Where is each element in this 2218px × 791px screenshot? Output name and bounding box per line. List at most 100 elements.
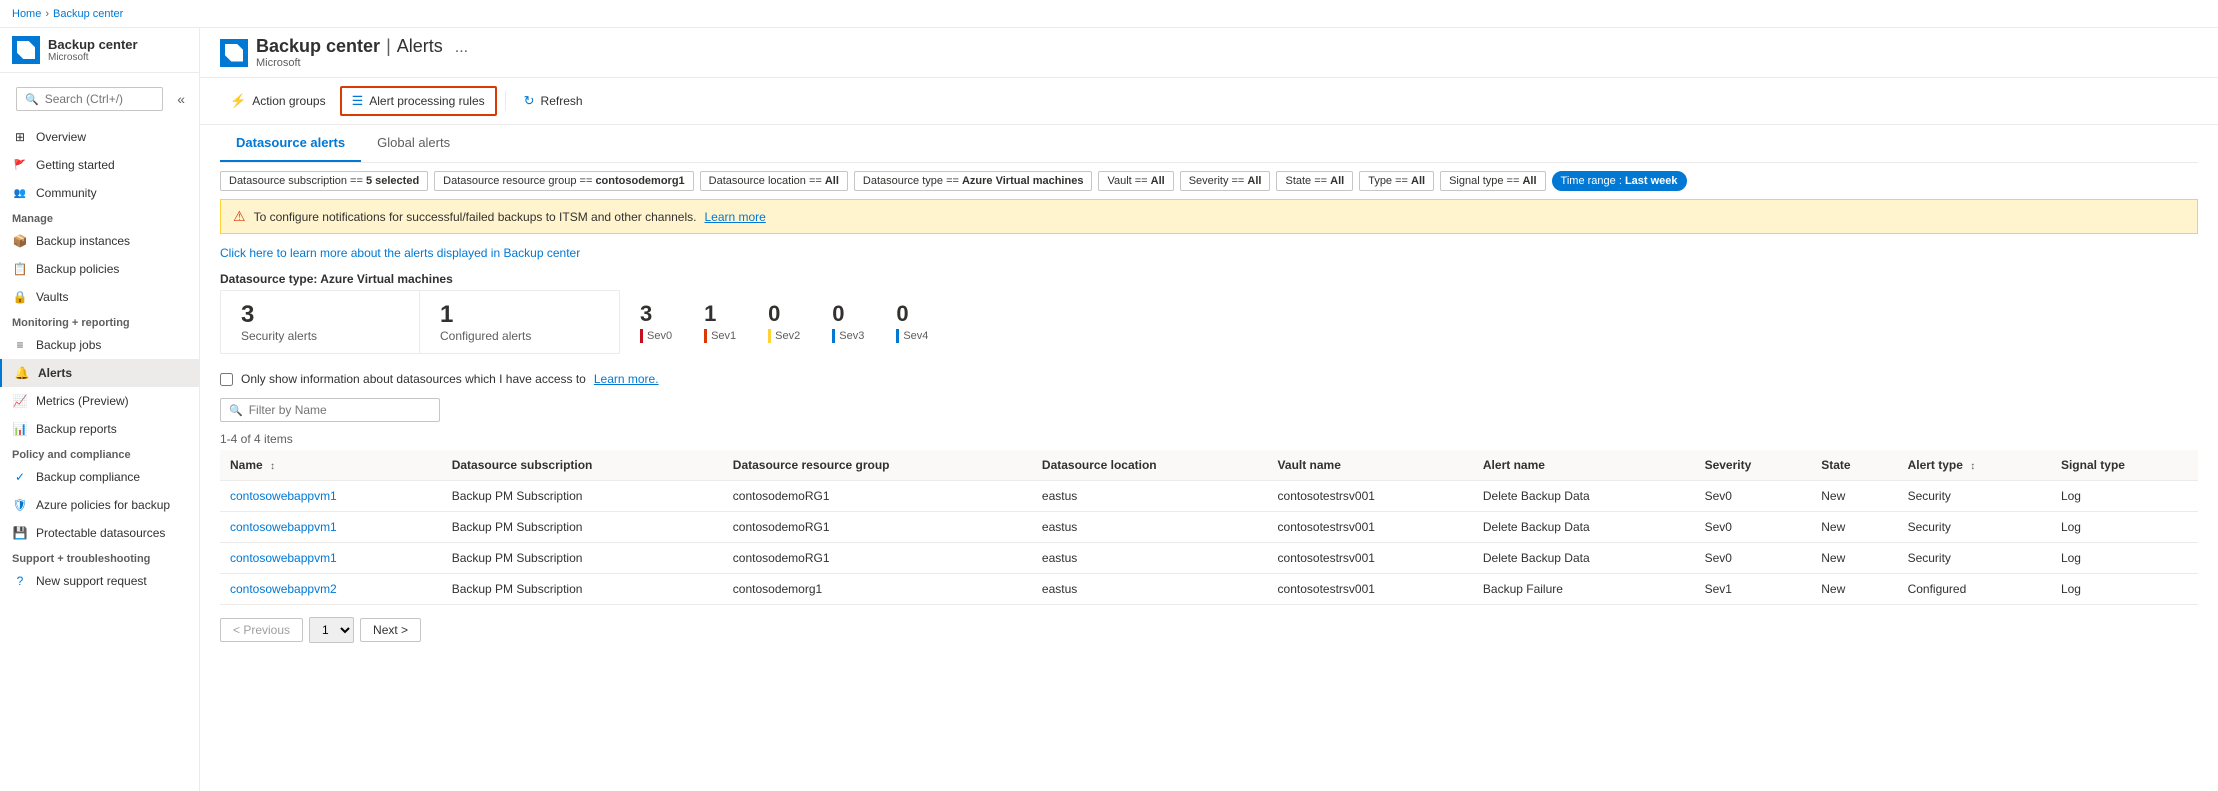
items-count: 1-4 of 4 items bbox=[220, 428, 2198, 450]
access-checkbox[interactable] bbox=[220, 373, 233, 386]
table-row: contosowebappvm1 Backup PM Subscription … bbox=[220, 512, 2198, 543]
ellipsis-button[interactable]: ... bbox=[455, 39, 468, 57]
security-alerts-count: 3 bbox=[241, 301, 399, 329]
manage-section-label: Manage bbox=[0, 207, 199, 227]
warning-learn-more-link[interactable]: Learn more bbox=[704, 210, 765, 224]
filter-subscription[interactable]: Datasource subscription == 5 selected bbox=[220, 171, 428, 191]
next-button[interactable]: Next > bbox=[360, 618, 421, 642]
sidebar-item-getting-started[interactable]: 🚩 Getting started bbox=[0, 151, 199, 179]
sidebar-item-backup-instances[interactable]: 📦 Backup instances bbox=[0, 227, 199, 255]
filter-time-range[interactable]: Time range : Last week bbox=[1552, 171, 1687, 191]
sidebar-item-backup-compliance[interactable]: ✓ Backup compliance bbox=[0, 463, 199, 491]
sev3-stat: 0 Sev3 bbox=[832, 301, 864, 343]
collapse-button[interactable]: « bbox=[171, 89, 191, 109]
refresh-label: Refresh bbox=[541, 94, 583, 108]
access-checkbox-label: Only show information about datasources … bbox=[241, 372, 586, 386]
sev2-label: Sev2 bbox=[775, 330, 800, 342]
col-header-datasource-location: Datasource location bbox=[1032, 450, 1268, 481]
cell-datasource-resource-group: contosodemoRG1 bbox=[723, 543, 1032, 574]
filter-severity[interactable]: Severity == All bbox=[1180, 171, 1271, 191]
page-number-select[interactable]: 1 bbox=[309, 617, 354, 643]
name-sort-icon[interactable]: ↕ bbox=[270, 461, 275, 472]
alert-processing-rules-button[interactable]: ☰ Alert processing rules bbox=[340, 86, 497, 116]
breadcrumb-backup-center[interactable]: Backup center bbox=[53, 8, 123, 20]
breadcrumb-home[interactable]: Home bbox=[12, 8, 41, 20]
sidebar-item-protectable[interactable]: 💾 Protectable datasources bbox=[0, 519, 199, 547]
sev0-count: 3 bbox=[640, 301, 652, 327]
cell-vault-name: contosotestrsv001 bbox=[1268, 574, 1473, 605]
sev1-stat: 1 Sev1 bbox=[704, 301, 736, 343]
tab-datasource-alerts[interactable]: Datasource alerts bbox=[220, 125, 361, 162]
sev0-stat: 3 Sev0 bbox=[640, 301, 672, 343]
col-header-alert-name: Alert name bbox=[1473, 450, 1695, 481]
getting-started-icon: 🚩 bbox=[12, 157, 28, 173]
action-groups-button[interactable]: ⚡ Action groups bbox=[220, 88, 336, 114]
sev3-count: 0 bbox=[832, 301, 844, 327]
table-body: contosowebappvm1 Backup PM Subscription … bbox=[220, 481, 2198, 605]
sidebar-item-azure-policies[interactable]: 🛡 Azure policies for backup bbox=[0, 491, 199, 519]
community-icon: 👥 bbox=[12, 185, 28, 201]
sidebar-item-overview[interactable]: ⊞ Overview bbox=[0, 123, 199, 151]
page-brand: Microsoft bbox=[256, 57, 468, 69]
cell-severity: Sev0 bbox=[1695, 481, 1812, 512]
sidebar-item-community[interactable]: 👥 Community bbox=[0, 179, 199, 207]
sev0-label: Sev0 bbox=[647, 330, 672, 342]
filter-search-icon: 🔍 bbox=[229, 404, 243, 417]
sidebar-item-label: Backup reports bbox=[36, 422, 117, 436]
cell-state: New bbox=[1811, 574, 1897, 605]
filter-name-input[interactable] bbox=[249, 403, 431, 417]
sidebar-item-new-support[interactable]: ? New support request bbox=[0, 567, 199, 595]
datasource-type-label: Datasource type: Azure Virtual machines bbox=[220, 264, 2198, 290]
sev4-stat: 0 Sev4 bbox=[896, 301, 928, 343]
col-header-datasource-resource-group: Datasource resource group bbox=[723, 450, 1032, 481]
sidebar-item-backup-policies[interactable]: 📋 Backup policies bbox=[0, 255, 199, 283]
sidebar-item-backup-reports[interactable]: 📊 Backup reports bbox=[0, 415, 199, 443]
data-table: Name ↕ Datasource subscription Datasourc… bbox=[220, 450, 2198, 605]
access-learn-more-link[interactable]: Learn more. bbox=[594, 372, 659, 386]
filter-signal-type[interactable]: Signal type == All bbox=[1440, 171, 1545, 191]
page-title: Backup center bbox=[256, 36, 380, 57]
filter-input-box[interactable]: 🔍 bbox=[220, 398, 440, 422]
alert-type-sort-icon[interactable]: ↕ bbox=[1970, 461, 1975, 472]
sidebar-search-box[interactable]: 🔍 bbox=[16, 87, 163, 111]
action-groups-label: Action groups bbox=[252, 94, 325, 108]
info-link[interactable]: Click here to learn more about the alert… bbox=[220, 242, 2198, 264]
azure-policies-icon: 🛡 bbox=[12, 497, 28, 513]
cell-state: New bbox=[1811, 481, 1897, 512]
sidebar-item-metrics[interactable]: 📈 Metrics (Preview) bbox=[0, 387, 199, 415]
col-header-alert-type: Alert type ↕ bbox=[1898, 450, 2051, 481]
monitoring-section-label: Monitoring + reporting bbox=[0, 311, 199, 331]
sidebar-logo bbox=[12, 36, 40, 64]
cell-datasource-subscription: Backup PM Subscription bbox=[442, 481, 723, 512]
sev4-count: 0 bbox=[896, 301, 908, 327]
tab-global-alerts[interactable]: Global alerts bbox=[361, 125, 466, 162]
table-header-row: Name ↕ Datasource subscription Datasourc… bbox=[220, 450, 2198, 481]
sidebar-item-vaults[interactable]: 🔒 Vaults bbox=[0, 283, 199, 311]
vaults-icon: 🔒 bbox=[12, 289, 28, 305]
col-header-datasource-subscription: Datasource subscription bbox=[442, 450, 723, 481]
filter-resource-group[interactable]: Datasource resource group == contosodemo… bbox=[434, 171, 694, 191]
filter-state[interactable]: State == All bbox=[1276, 171, 1353, 191]
alert-processing-rules-icon: ☰ bbox=[352, 93, 364, 109]
sev4-label: Sev4 bbox=[903, 330, 928, 342]
refresh-button[interactable]: ↻ Refresh bbox=[514, 88, 593, 114]
previous-button[interactable]: < Previous bbox=[220, 618, 303, 642]
filter-type[interactable]: Type == All bbox=[1359, 171, 1434, 191]
cell-vault-name: contosotestrsv001 bbox=[1268, 543, 1473, 574]
col-header-vault-name: Vault name bbox=[1268, 450, 1473, 481]
sidebar: Backup center Microsoft 🔍 « ⊞ Overview bbox=[0, 28, 200, 791]
cell-alert-name: Backup Failure bbox=[1473, 574, 1695, 605]
warning-text: To configure notifications for successfu… bbox=[254, 210, 697, 224]
filter-location[interactable]: Datasource location == All bbox=[700, 171, 848, 191]
table-row: contosowebappvm1 Backup PM Subscription … bbox=[220, 543, 2198, 574]
sidebar-item-backup-jobs[interactable]: ≡ Backup jobs bbox=[0, 331, 199, 359]
sidebar-item-alerts[interactable]: 🔔 Alerts bbox=[0, 359, 199, 387]
sidebar-app-subtitle: Microsoft bbox=[48, 52, 138, 63]
filter-datasource-type[interactable]: Datasource type == Azure Virtual machine… bbox=[854, 171, 1093, 191]
cell-vault-name: contosotestrsv001 bbox=[1268, 512, 1473, 543]
tabs: Datasource alerts Global alerts bbox=[220, 125, 2198, 163]
cell-state: New bbox=[1811, 543, 1897, 574]
search-input[interactable] bbox=[45, 92, 155, 106]
new-support-icon: ? bbox=[12, 573, 28, 589]
filter-vault[interactable]: Vault == All bbox=[1098, 171, 1173, 191]
